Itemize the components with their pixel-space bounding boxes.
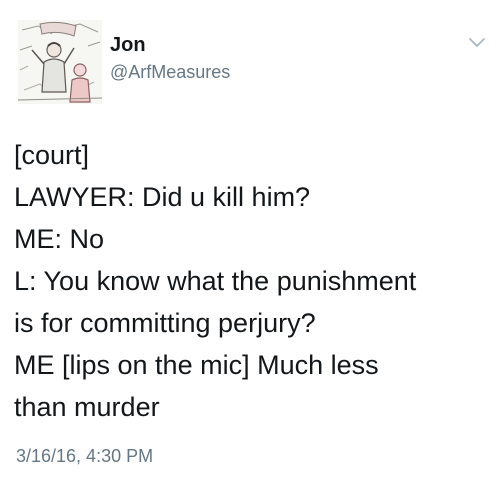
tweet-text-line: than murder	[14, 392, 160, 422]
tweet-text-line: [court]	[14, 140, 90, 170]
tweet-text: [court] LAWYER: Did u kill him? ME: No L…	[14, 134, 490, 428]
tweet-card: Jon @ArfMeasures [court] LAWYER: Did u k…	[0, 0, 500, 486]
tweet-timestamp[interactable]: 3/16/16, 4:30 PM	[16, 446, 153, 467]
tweet-text-line: ME [lips on the mic] Much less	[14, 350, 379, 380]
tweet-text-line: L: You know what the punishment	[14, 266, 417, 296]
author-handle[interactable]: @ArfMeasures	[110, 62, 230, 83]
chevron-down-icon[interactable]	[468, 36, 486, 50]
author-name[interactable]: Jon	[110, 34, 146, 57]
avatar[interactable]	[18, 20, 102, 104]
profile-photo-icon	[18, 20, 102, 104]
tweet-text-line: is for committing perjury?	[14, 308, 316, 338]
tweet-text-line: ME: No	[14, 224, 105, 254]
tweet-text-line: LAWYER: Did u kill him?	[14, 182, 311, 212]
